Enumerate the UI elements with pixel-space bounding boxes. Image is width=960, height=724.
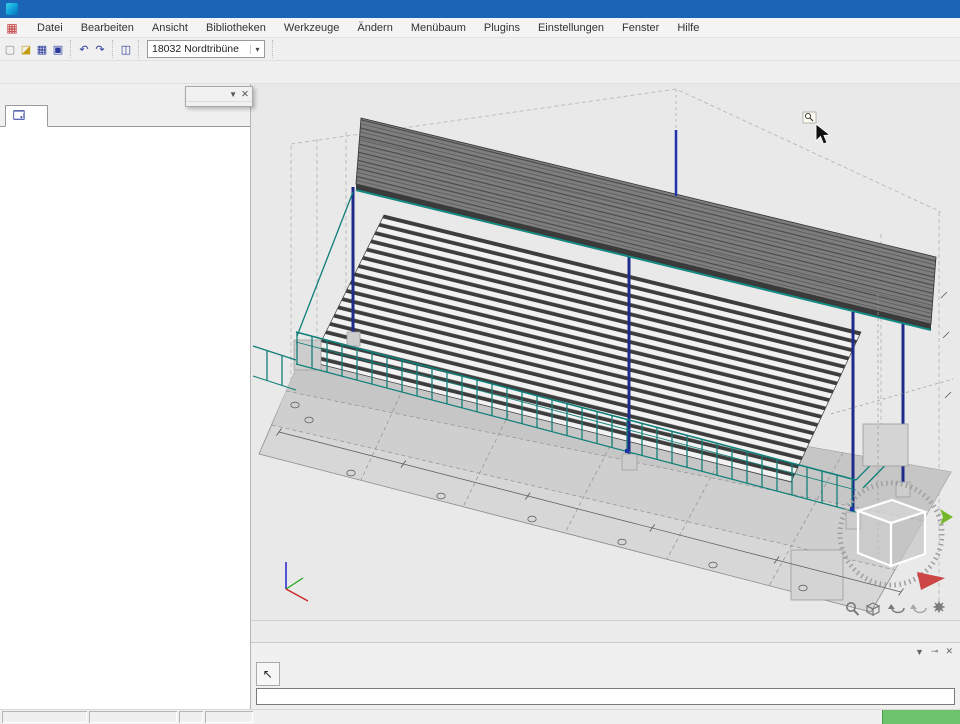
menu-item[interactable]: Plugins — [475, 22, 529, 34]
undo-icon[interactable]: ↶ — [76, 41, 92, 58]
nav-arrow-red[interactable] — [917, 572, 945, 590]
new-messages-button[interactable] — [882, 710, 960, 724]
open-file-icon[interactable]: ◪ — [18, 41, 34, 58]
select-arrow-button[interactable]: ↖ — [256, 662, 280, 686]
menu-bar: ▦ DateiBearbeitenAnsichtBibliothekenWerk… — [0, 18, 960, 38]
status-cell-1 — [2, 711, 87, 723]
toolbar-separator — [272, 40, 278, 58]
project-select-value: 18032 Nordtribüne — [148, 43, 250, 55]
tab-menubaum[interactable]: 🗔︎ — [5, 105, 48, 127]
toolbar-standard: ▢◪▦▣ ↶↷ ◫ 18032 Nordtribüne▾ — [0, 38, 960, 61]
nav-arrow-green[interactable] — [940, 509, 953, 525]
save-all-icon[interactable]: ▦ — [34, 41, 50, 58]
palette-close-icon[interactable]: ✕ — [241, 89, 249, 100]
mouse-cursor — [803, 112, 830, 144]
menu-item[interactable]: Bearbeiten — [72, 22, 143, 34]
menu-item[interactable]: Fenster — [613, 22, 668, 34]
panel-menu-icon[interactable]: ▼ — [915, 647, 924, 657]
toolbar-separator — [138, 40, 144, 58]
menu-item[interactable]: Menübaum — [402, 22, 475, 34]
menu-item[interactable]: Datei — [28, 22, 72, 34]
pin-icon[interactable]: ⊸ — [931, 646, 939, 657]
3d-viewport[interactable] — [251, 84, 960, 620]
viewport-toolbar — [251, 620, 960, 642]
palette-menu-icon[interactable]: ▼ — [229, 90, 237, 99]
project-select[interactable]: 18032 Nordtribüne▾ — [147, 40, 265, 58]
orbit-horizontal-icon[interactable] — [910, 604, 926, 613]
tree-tab-icon: 🗔︎ — [12, 107, 26, 126]
save-icon[interactable]: ▣ — [50, 41, 66, 58]
toolbar-tools — [0, 61, 960, 84]
title-bar — [0, 0, 960, 18]
command-panel: ▼ ⊸ ✕ ↖ — [251, 642, 960, 709]
menu-tree — [0, 127, 250, 709]
chevron-down-icon[interactable]: ▾ — [250, 45, 264, 54]
close-icon[interactable]: ✕ — [945, 646, 953, 657]
menu-item[interactable]: Bibliotheken — [197, 22, 275, 34]
axis-triad — [286, 562, 308, 601]
menu-item[interactable]: Einstellungen — [529, 22, 613, 34]
menu-item[interactable]: Ansicht — [143, 22, 197, 34]
view-palette: ▼ ✕ — [185, 86, 253, 107]
command-input[interactable] — [256, 688, 955, 705]
scia-document-icon[interactable]: ▦ — [4, 21, 20, 35]
new-file-icon[interactable]: ▢ — [2, 41, 18, 58]
panel-window-icon[interactable]: ◫ — [118, 41, 134, 58]
status-units[interactable] — [179, 711, 203, 723]
status-bar — [0, 709, 960, 724]
orbit-vertical-icon[interactable] — [888, 604, 904, 613]
menu-item[interactable]: Werkzeuge — [275, 22, 348, 34]
menu-item[interactable]: Hilfe — [668, 22, 708, 34]
menu-item[interactable]: Ändern — [348, 22, 401, 34]
app-logo-icon — [6, 3, 18, 15]
menu-tree-panel: 🗔︎ — [0, 84, 251, 709]
status-cell-2 — [89, 711, 177, 723]
view-settings-icon[interactable] — [933, 602, 944, 613]
redo-icon[interactable]: ↷ — [92, 41, 108, 58]
status-plane[interactable] — [205, 711, 253, 723]
